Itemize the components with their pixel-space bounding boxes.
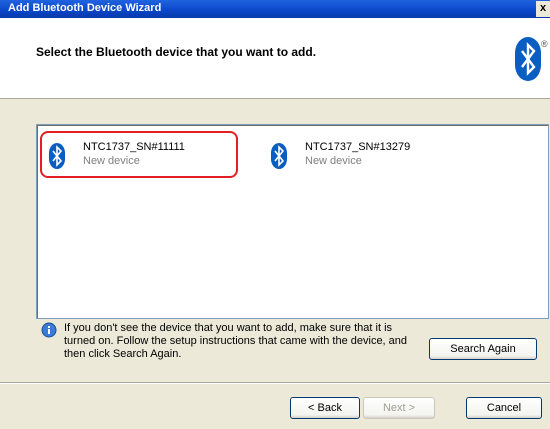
device-status: New device bbox=[305, 155, 362, 167]
footer-divider bbox=[0, 382, 550, 384]
info-message: If you don't see the device that you wan… bbox=[64, 322, 408, 360]
device-name: NTC1737_SN#13279 bbox=[305, 141, 411, 153]
title-bar: Add Bluetooth Device Wizard x bbox=[0, 0, 550, 18]
device-item[interactable]: NTC1737_SN#13279 New device bbox=[271, 139, 481, 173]
device-status: New device bbox=[83, 155, 140, 167]
close-button[interactable]: x bbox=[536, 1, 550, 17]
device-name: NTC1737_SN#11111 bbox=[83, 141, 185, 153]
device-item[interactable]: NTC1737_SN#11111 New device bbox=[49, 139, 239, 173]
bluetooth-icon bbox=[49, 143, 65, 169]
bluetooth-logo-icon bbox=[515, 37, 541, 81]
page-heading: Select the Bluetooth device that you wan… bbox=[36, 45, 317, 59]
search-again-button[interactable]: Search Again bbox=[429, 338, 537, 360]
window-title: Add Bluetooth Device Wizard bbox=[8, 2, 162, 14]
next-button[interactable]: Next > bbox=[363, 397, 435, 419]
wizard-header: Select the Bluetooth device that you wan… bbox=[0, 18, 550, 99]
registered-mark: ® bbox=[541, 39, 548, 49]
back-button[interactable]: < Back bbox=[290, 397, 360, 419]
cancel-button[interactable]: Cancel bbox=[466, 397, 542, 419]
info-icon bbox=[41, 322, 57, 338]
bluetooth-icon bbox=[271, 143, 287, 169]
device-list[interactable]: NTC1737_SN#11111 New device NTC1737_SN#1… bbox=[36, 124, 549, 319]
